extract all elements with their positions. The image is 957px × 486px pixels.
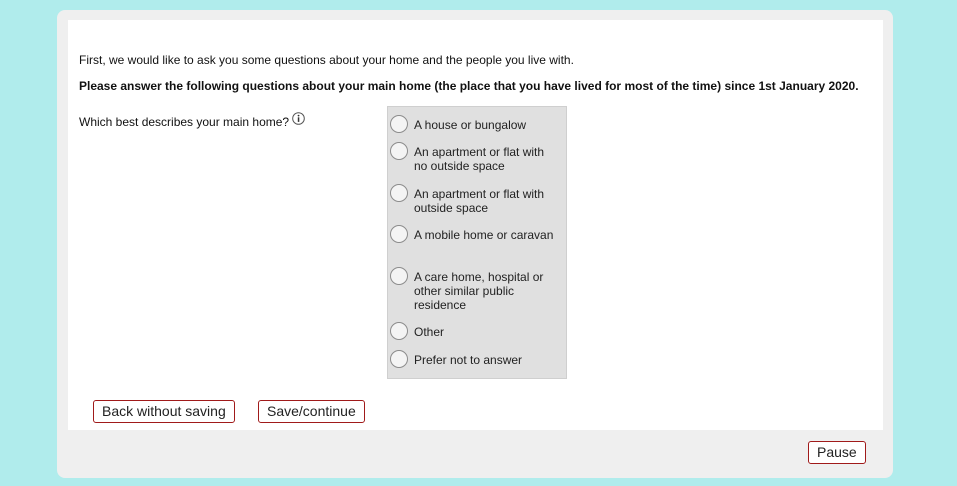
option-label: A care home, hospital or other similar p… (414, 270, 544, 312)
option-flat-no-outside[interactable]: An apartment or flat with no outside spa… (390, 142, 564, 173)
survey-panel: First, we would like to ask you some que… (68, 20, 883, 430)
option-other[interactable]: Other (390, 322, 564, 340)
radio-button[interactable] (390, 115, 408, 133)
option-label: Other (414, 325, 445, 339)
intro-text: First, we would like to ask you some que… (79, 53, 574, 67)
option-label: Prefer not to answer (414, 353, 523, 367)
radio-button[interactable] (390, 350, 408, 368)
radio-button[interactable] (390, 322, 408, 340)
option-label: An apartment or flat with outside space (414, 187, 545, 215)
option-flat-outside[interactable]: An apartment or flat with outside space (390, 184, 564, 215)
radio-button[interactable] (390, 184, 408, 202)
radio-button[interactable] (390, 267, 408, 285)
survey-frame: First, we would like to ask you some que… (57, 10, 893, 478)
option-house[interactable]: A house or bungalow (390, 115, 564, 133)
option-label: A house or bungalow (414, 118, 527, 132)
answer-options: A house or bungalow An apartment or flat… (387, 106, 567, 379)
radio-button[interactable] (390, 142, 408, 160)
question-main-home: Which best describes your main home? (79, 112, 305, 129)
info-icon[interactable] (292, 112, 305, 125)
option-prefer-not[interactable]: Prefer not to answer (390, 350, 564, 368)
option-care-home[interactable]: A care home, hospital or other similar p… (390, 267, 564, 312)
radio-button[interactable] (390, 225, 408, 243)
question-label: Which best describes your main home? (79, 115, 290, 129)
option-label: An apartment or flat with no outside spa… (414, 145, 545, 173)
instruction-text: Please answer the following questions ab… (79, 79, 859, 93)
back-without-saving-button[interactable]: Back without saving (93, 400, 235, 423)
save-continue-button[interactable]: Save/continue (258, 400, 365, 423)
option-mobile-home[interactable]: A mobile home or caravan (390, 225, 564, 243)
option-label: A mobile home or caravan (414, 228, 554, 242)
pause-button[interactable]: Pause (808, 441, 866, 464)
